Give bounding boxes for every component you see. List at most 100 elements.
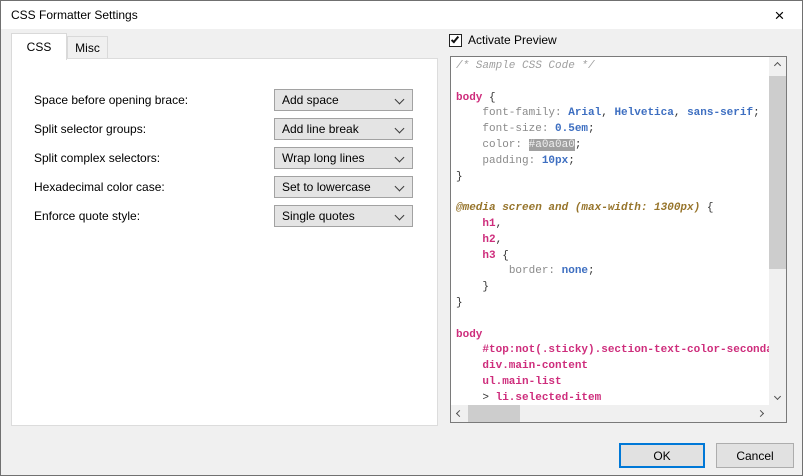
code-token: 0.5em (555, 123, 588, 135)
chevron-down-icon (395, 124, 405, 134)
code-token: } (456, 171, 463, 183)
setting-row: Enforce quote style: Single quotes (12, 205, 437, 227)
code-token: > (482, 392, 495, 404)
code-token: color: (482, 139, 528, 151)
chevron-down-icon (395, 211, 405, 221)
close-icon: × (775, 7, 785, 24)
code-token: border: (509, 265, 562, 277)
code-token: ; (575, 139, 582, 151)
code-token: body (456, 92, 482, 104)
code-line: > li.selected-item (456, 391, 769, 405)
horizontal-scrollbar-thumb[interactable] (468, 405, 520, 422)
scroll-right-button[interactable] (752, 405, 769, 422)
dropdown-enforce-quote-style[interactable]: Single quotes (274, 205, 413, 227)
code-token: body (456, 329, 482, 341)
close-button[interactable]: × (757, 1, 802, 29)
chevron-down-icon (395, 153, 405, 163)
code-token (456, 250, 482, 262)
code-token (456, 107, 482, 119)
code-token: /* Sample CSS Code */ (456, 60, 595, 72)
code-line: h1, (456, 217, 769, 233)
code-token: ul.main-list (482, 376, 561, 388)
code-line: body { (456, 91, 769, 107)
tab-css[interactable]: CSS (11, 33, 67, 60)
code-line (456, 312, 769, 328)
code-token: Helvetica (614, 107, 673, 119)
chevron-down-icon (395, 95, 405, 105)
scroll-up-button[interactable] (769, 57, 786, 74)
code-line: padding: 10px; (456, 154, 769, 170)
code-line: h2, (456, 233, 769, 249)
code-line: } (456, 280, 769, 296)
dropdown-space-before-opening-brace[interactable]: Add space (274, 89, 413, 111)
code-token: padding: (482, 155, 541, 167)
activate-preview-checkbox[interactable]: Activate Preview (449, 33, 557, 47)
css-preview-pane: /* Sample CSS Code */ body { font-family:… (450, 56, 787, 423)
code-token (456, 265, 509, 277)
dropdown-split-complex-selectors[interactable]: Wrap long lines (274, 147, 413, 169)
vertical-scrollbar[interactable] (769, 57, 786, 405)
cancel-button[interactable]: Cancel (716, 443, 794, 468)
code-line: border: none; (456, 264, 769, 280)
dropdown-split-selector-groups[interactable]: Add line break (274, 118, 413, 140)
code-token: { (496, 250, 509, 262)
horizontal-scrollbar[interactable] (451, 405, 769, 422)
settings-list: Space before opening brace:Add space Spli… (12, 89, 437, 234)
code-line: #top:not(.sticky).section-text-color-sec… (456, 343, 769, 359)
code-area[interactable]: /* Sample CSS Code */ body { font-family:… (451, 57, 769, 405)
dropdown-hexadecimal-color-case[interactable]: Set to lowercase (274, 176, 413, 198)
code-token (456, 376, 482, 388)
code-token: #top:not(.sticky).section-text-color-sec… (482, 344, 769, 356)
setting-row: Space before opening brace:Add space (12, 89, 437, 111)
code-token (456, 360, 482, 372)
setting-label-hexadecimal-color-case: Hexadecimal color case: (34, 180, 165, 194)
code-token: , (674, 107, 687, 119)
code-token: Arial (568, 107, 601, 119)
code-line: } (456, 296, 769, 312)
setting-label-enforce-quote-style: Enforce quote style: (34, 209, 140, 223)
scrollbar-corner (769, 405, 786, 422)
code-line (456, 75, 769, 91)
code-token: font-size: (482, 123, 555, 135)
code-token: { (700, 202, 713, 214)
code-line: @media screen and (max-width: 1300px) { (456, 201, 769, 217)
chevron-up-icon (774, 62, 781, 69)
code-token: sans-serif (687, 107, 753, 119)
code-token (456, 218, 482, 230)
code-token: font-family: (482, 107, 568, 119)
setting-row: Split complex selectors:Wrap long lines (12, 147, 437, 169)
dropdown-value: Single quotes (282, 209, 355, 223)
ok-button[interactable]: OK (619, 443, 705, 468)
code-token: } (456, 281, 489, 293)
tab-strip: CSSMisc (11, 32, 108, 59)
setting-label-split-selector-groups: Split selector groups: (34, 122, 146, 136)
code-token (456, 139, 482, 151)
code-token (456, 234, 482, 246)
chevron-down-icon (395, 182, 405, 192)
code-line: /* Sample CSS Code */ (456, 59, 769, 75)
code-line: font-family: Arial, Helvetica, sans-seri… (456, 106, 769, 122)
code-line: } (456, 170, 769, 186)
code-token: 10px (542, 155, 568, 167)
code-line: body (456, 328, 769, 344)
dropdown-value: Wrap long lines (282, 151, 365, 165)
scroll-down-button[interactable] (769, 388, 786, 405)
code-token: none (562, 265, 588, 277)
code-line: h3 { (456, 249, 769, 265)
chevron-left-icon (456, 410, 463, 417)
code-token: , (601, 107, 614, 119)
code-token: { (482, 92, 495, 104)
code-token (456, 392, 482, 404)
css-formatter-settings-dialog: CSS Formatter Settings × CSSMisc Space b… (0, 0, 803, 476)
scroll-left-button[interactable] (451, 405, 468, 422)
code-token: #a0a0a0 (529, 139, 575, 151)
checkbox-icon (449, 34, 462, 47)
chevron-down-icon (774, 393, 781, 400)
vertical-scrollbar-thumb[interactable] (769, 76, 786, 269)
code-line: div.main-content (456, 359, 769, 375)
dropdown-value: Add line break (282, 122, 359, 136)
tab-misc[interactable]: Misc (67, 36, 108, 59)
code-token: @media screen and (max-width: 1300px) (456, 202, 700, 214)
code-token: ; (568, 155, 575, 167)
code-token: ; (588, 123, 595, 135)
